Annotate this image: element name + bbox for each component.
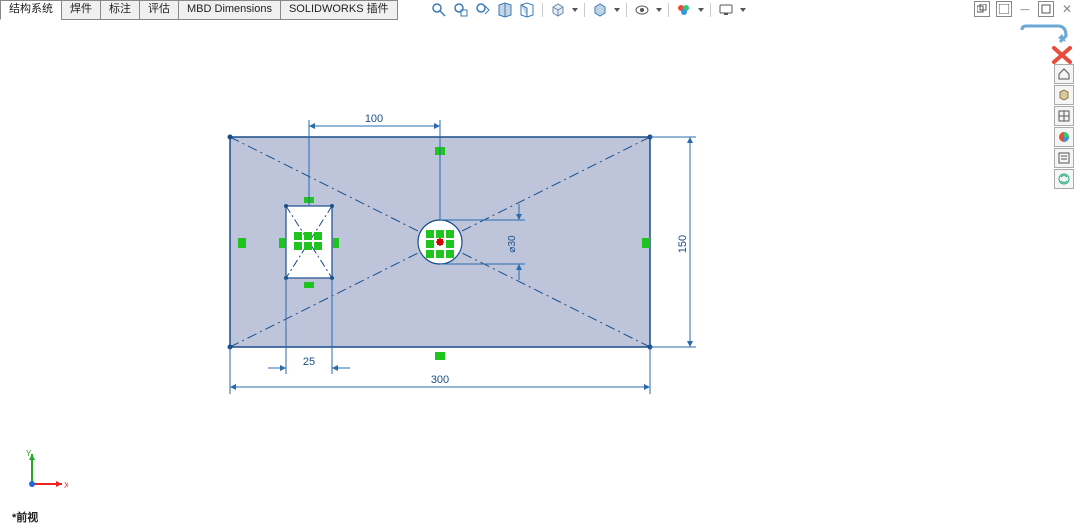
view-name-label: *前视 [12,509,38,525]
window-cascade-icon[interactable] [974,1,990,17]
separator [584,3,585,17]
resources-icon[interactable] [1054,85,1074,105]
dropdown-caret[interactable] [572,8,578,12]
dropdown-caret[interactable] [698,8,704,12]
window-minimize-icon[interactable]: — [1018,2,1032,16]
prev-view-icon[interactable] [474,1,492,19]
tab-label: 焊件 [70,3,92,15]
separator [542,3,543,17]
tab-label: SOLIDWORKS 插件 [289,3,389,15]
view-orientation-icon[interactable] [549,1,567,19]
tab-structure-system[interactable]: 结构系统 [0,0,62,20]
separator [626,3,627,17]
tab-weldments[interactable]: 焊件 [61,0,101,20]
display-style-icon[interactable] [591,1,609,19]
task-pane-tabs [1054,64,1074,189]
zoom-area-icon[interactable] [452,1,470,19]
section-view-icon[interactable] [496,1,514,19]
tab-mbd-dimensions[interactable]: MBD Dimensions [178,0,281,20]
appearance-icon[interactable] [675,1,693,19]
window-restore-icon[interactable] [1038,1,1054,17]
tab-solidworks-addins[interactable]: SOLIDWORKS 插件 [280,0,398,20]
dim-circle-diameter[interactable]: ⌀30 [507,235,518,253]
command-manager-tabs: 结构系统 焊件 标注 评估 MBD Dimensions SOLIDWORKS … [0,0,397,18]
custom-properties-icon[interactable] [1054,148,1074,168]
separator [668,3,669,17]
dynamic-section-icon[interactable] [518,1,536,19]
cancel-icon[interactable] [1054,48,1070,62]
dim-offset[interactable]: 100 [365,113,383,125]
dim-outer-width[interactable]: 300 [431,374,449,386]
tab-annotate[interactable]: 标注 [100,0,140,20]
appearances-icon[interactable] [1054,127,1074,147]
tab-label: 标注 [109,3,131,15]
dropdown-caret[interactable] [656,8,662,12]
tab-evaluate[interactable]: 评估 [139,0,179,20]
window-close-icon[interactable]: ✕ [1060,2,1074,16]
dim-outer-height[interactable]: 150 [677,235,689,253]
tab-label: 结构系统 [9,3,53,15]
tab-label: MBD Dimensions [187,3,272,15]
confirmation-corner [1018,24,1074,64]
forum-icon[interactable] [1054,169,1074,189]
tab-label: 评估 [148,3,170,15]
graphics-area[interactable]: 300 150 100 25 ⌀30 [10,22,1050,519]
heads-up-view-toolbar [430,0,746,20]
view-settings-icon[interactable] [717,1,735,19]
dropdown-caret[interactable] [614,8,620,12]
axis-x-label: X [64,481,68,490]
axis-y-label: Y [26,449,32,458]
hide-show-icon[interactable] [633,1,651,19]
dim-slot-width[interactable]: 25 [303,356,315,368]
window-controls: — ✕ [974,0,1074,18]
zoom-fit-icon[interactable] [430,1,448,19]
dropdown-caret[interactable] [740,8,746,12]
reference-triad: X Y [20,448,68,499]
separator [710,3,711,17]
home-icon[interactable] [1054,64,1074,84]
design-library-icon[interactable] [1054,106,1074,126]
window-tile-icon[interactable] [996,1,1012,17]
